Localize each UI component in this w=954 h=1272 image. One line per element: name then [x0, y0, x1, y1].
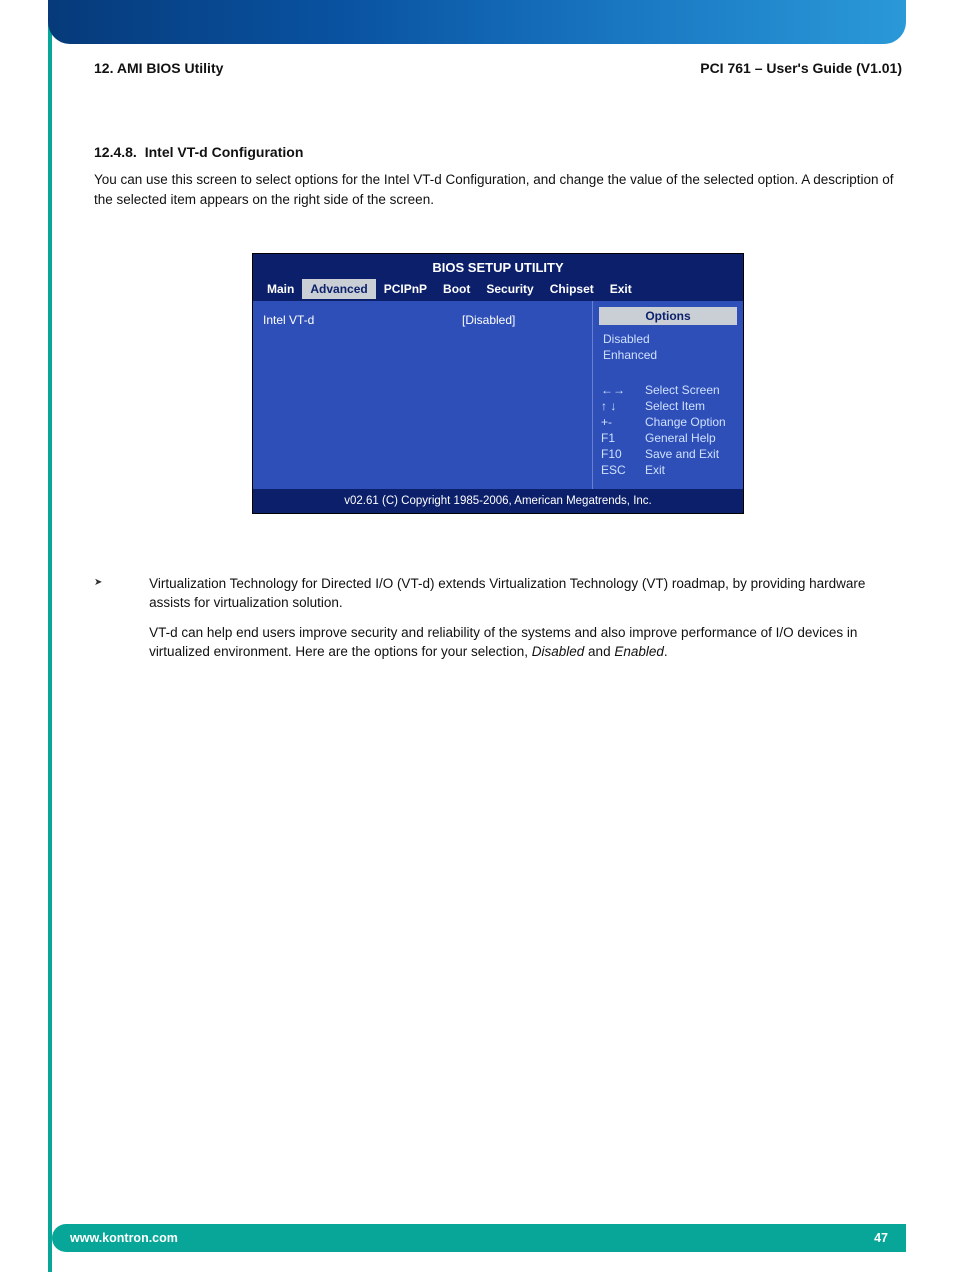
- tab-pcipnp[interactable]: PCIPnP: [376, 279, 435, 299]
- tab-chipset[interactable]: Chipset: [542, 279, 602, 299]
- kh-desc: Select Screen: [645, 382, 720, 398]
- option-disabled: Disabled: [603, 331, 733, 347]
- setting-value: [Disabled]: [462, 313, 582, 327]
- section-number: 12.4.8.: [94, 144, 137, 160]
- section-heading: 12.4.8. Intel VT-d Configuration: [94, 144, 902, 160]
- kh-desc: Select Item: [645, 398, 705, 414]
- note-block: ➤ Virtualization Technology for Directed…: [94, 574, 902, 672]
- options-header: Options: [599, 307, 737, 325]
- kh-key: ↑ ↓: [601, 398, 635, 414]
- bullet-arrow-icon: ➤: [94, 574, 149, 672]
- bios-title: BIOS SETUP UTILITY: [253, 254, 743, 279]
- footer-page-number: 47: [874, 1231, 888, 1245]
- note-p2-lead: VT-d can help end users improve security…: [149, 625, 857, 660]
- tab-advanced[interactable]: Advanced: [302, 279, 375, 299]
- note-paragraph-2: VT-d can help end users improve security…: [149, 623, 902, 662]
- kh-desc: Save and Exit: [645, 446, 719, 462]
- kh-key: +-: [601, 414, 635, 430]
- bios-settings-pane: Intel VT-d [Disabled]: [253, 301, 592, 489]
- tab-boot[interactable]: Boot: [435, 279, 478, 299]
- footer-url: www.kontron.com: [70, 1231, 178, 1245]
- option-enhanced: Enhanced: [603, 347, 733, 363]
- bios-footer: v02.61 (C) Copyright 1985-2006, American…: [253, 489, 743, 513]
- tab-exit[interactable]: Exit: [602, 279, 640, 299]
- runhead-right: PCI 761 – User's Guide (V1.01): [700, 60, 902, 76]
- section-intro: You can use this screen to select option…: [94, 170, 902, 209]
- kh-key: F1: [601, 430, 635, 446]
- kh-key: ESC: [601, 462, 635, 478]
- setting-row-vt-d[interactable]: Intel VT-d [Disabled]: [263, 313, 582, 327]
- tab-security[interactable]: Security: [478, 279, 541, 299]
- running-header: 12. AMI BIOS Utility PCI 761 – User's Gu…: [94, 60, 902, 76]
- note-opt-disabled: Disabled: [532, 644, 585, 659]
- kh-key: F10: [601, 446, 635, 462]
- note-paragraph-1: Virtualization Technology for Directed I…: [149, 574, 902, 613]
- page-footer: www.kontron.com 47: [52, 1224, 906, 1252]
- key-help: ←→ Select Screen ↑ ↓ Select Item +- Change …: [593, 374, 743, 489]
- bios-screenshot: BIOS SETUP UTILITY Main Advanced PCIPnP …: [252, 253, 744, 514]
- note-sep: and: [584, 644, 614, 659]
- options-list: Disabled Enhanced: [593, 329, 743, 373]
- note-tail: .: [664, 644, 668, 659]
- note-opt-enabled: Enabled: [614, 644, 664, 659]
- setting-label: Intel VT-d: [263, 313, 462, 327]
- kh-desc: General Help: [645, 430, 716, 446]
- runhead-left: 12. AMI BIOS Utility: [94, 60, 223, 76]
- section-title-text: Intel VT-d Configuration: [145, 144, 304, 160]
- kh-key: ←→: [601, 382, 635, 398]
- bios-help-pane: Options Disabled Enhanced ←→ Select Scree…: [592, 301, 743, 489]
- tab-main[interactable]: Main: [259, 279, 302, 299]
- kh-desc: Change Option: [645, 414, 726, 430]
- kh-desc: Exit: [645, 462, 665, 478]
- bios-tabs: Main Advanced PCIPnP Boot Security Chips…: [253, 279, 743, 301]
